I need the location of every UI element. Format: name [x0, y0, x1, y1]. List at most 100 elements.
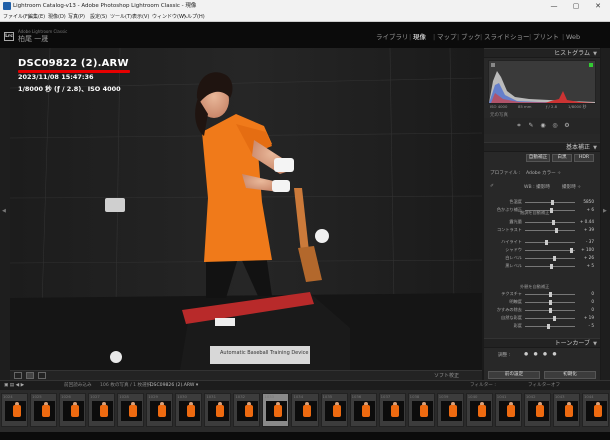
filmstrip-thumbnail[interactable]: 1041: [494, 393, 522, 427]
menu-help[interactable]: ヘルプ(H): [182, 12, 205, 22]
menu-edit[interactable]: 編集(E): [28, 12, 45, 22]
auto-tone-button[interactable]: 自動補正: [526, 154, 550, 162]
slider-value[interactable]: + 39: [584, 226, 594, 234]
slider-thumb[interactable]: [548, 291, 552, 297]
hdr-button[interactable]: HDR: [574, 154, 594, 162]
slider-value[interactable]: - 37: [586, 238, 594, 246]
slider-thumb[interactable]: [544, 239, 548, 245]
slider-value[interactable]: 0: [591, 290, 594, 298]
module-slideshow[interactable]: スライドショー: [484, 31, 530, 43]
filmstrip-thumbnail[interactable]: 1029: [146, 393, 174, 427]
slider-thumb[interactable]: [551, 199, 554, 205]
filmstrip-thumbnail[interactable]: 1044: [581, 393, 609, 427]
module-map[interactable]: マップ: [437, 31, 457, 43]
settings-gear-icon[interactable]: ⚙: [564, 123, 570, 129]
slider-5[interactable]: シャドウ + 100: [488, 246, 596, 254]
previous-settings-button[interactable]: 前の設定: [488, 371, 540, 379]
basic-panel-header[interactable]: 基本補正 ▼: [484, 142, 600, 152]
filmstrip-thumbnail[interactable]: 1043: [552, 393, 580, 427]
module-web[interactable]: Web: [566, 31, 580, 43]
tonecurve-channel-icons[interactable]: ● ● ● ●: [524, 352, 558, 357]
filmstrip-thumbnail[interactable]: 1039: [436, 393, 464, 427]
menu-develop[interactable]: 現像(D): [48, 12, 66, 22]
slider-thumb[interactable]: [548, 299, 552, 305]
histogram-collapse-icon[interactable]: ▼: [593, 49, 597, 59]
slider-8[interactable]: テクスチャ 0: [488, 290, 596, 298]
slider-4[interactable]: ハイライト - 37: [488, 238, 596, 246]
slider-2[interactable]: 露光量 + 0.44: [488, 218, 596, 226]
filmstrip-thumbnail[interactable]: 1027: [88, 393, 116, 427]
filmstrip-thumbnail[interactable]: 1032: [233, 393, 261, 427]
filmstrip-thumbnail[interactable]: 1035: [320, 393, 348, 427]
module-develop[interactable]: 現像: [413, 31, 426, 43]
filmstrip-thumbnail[interactable]: 1033: [262, 393, 290, 427]
filmstrip-thumbnail[interactable]: 1025: [30, 393, 58, 427]
before-after-button[interactable]: [38, 372, 46, 379]
slider-thumb[interactable]: [552, 255, 556, 261]
slider-thumb[interactable]: [549, 207, 553, 213]
slider-track[interactable]: [525, 249, 575, 251]
slider-7[interactable]: 黒レベル + 5: [488, 262, 596, 270]
crop-tool-icon[interactable]: ⌗: [516, 123, 522, 129]
filmstrip-thumbnail[interactable]: 1026: [59, 393, 87, 427]
module-library[interactable]: ライブラリ: [376, 31, 409, 43]
menu-settings[interactable]: 設定(S): [90, 12, 107, 22]
minimize-button[interactable]: —: [543, 0, 565, 12]
loupe-view-button[interactable]: [14, 372, 22, 379]
filmstrip-thumbnail[interactable]: 1028: [117, 393, 145, 427]
filmstrip-thumbnail[interactable]: 1040: [465, 393, 493, 427]
slider-10[interactable]: かすみの除去 0: [488, 306, 596, 314]
profile-select[interactable]: Adobe カラー ÷: [526, 170, 561, 176]
left-panel-collapsed[interactable]: ◀: [0, 48, 10, 380]
slider-6[interactable]: 白レベル + 26: [488, 254, 596, 262]
heal-tool-icon[interactable]: ✎: [528, 123, 534, 129]
filmstrip-thumbnail[interactable]: 1034: [291, 393, 319, 427]
photo-viewer[interactable]: Automatic Baseball Training Device DSC09…: [10, 48, 482, 370]
filmstrip-thumbnail[interactable]: 1042: [523, 393, 551, 427]
soft-proof-label[interactable]: ソフト校正: [434, 372, 459, 380]
slider-value[interactable]: + 26: [584, 254, 594, 262]
slider-value[interactable]: - 5: [588, 322, 594, 330]
reset-button[interactable]: 初期化: [544, 371, 596, 379]
slider-value[interactable]: + 19: [584, 314, 594, 322]
slider-thumb[interactable]: [547, 323, 550, 329]
filmstrip-thumbnail[interactable]: 1036: [349, 393, 377, 427]
slider-thumb[interactable]: [569, 247, 573, 253]
menu-tools[interactable]: ツール(T): [110, 12, 132, 22]
menu-view[interactable]: 表示(V): [132, 12, 149, 22]
filmstrip-thumbnail[interactable]: 1038: [407, 393, 435, 427]
slider-value[interactable]: 0: [591, 298, 594, 306]
mask-tool-icon[interactable]: ◎: [552, 123, 558, 129]
maximize-button[interactable]: ▢: [565, 0, 587, 12]
slider-track[interactable]: [525, 201, 575, 203]
slider-thumb[interactable]: [549, 263, 553, 269]
slider-value[interactable]: + 100: [581, 246, 594, 254]
slider-track[interactable]: [525, 241, 575, 243]
slider-0[interactable]: 色温度 5850: [488, 198, 596, 206]
slider-value[interactable]: + 0.44: [580, 218, 594, 226]
slider-track[interactable]: [525, 257, 575, 259]
right-panel-edge[interactable]: ▶: [601, 48, 610, 380]
slider-value[interactable]: 0: [591, 306, 594, 314]
bw-button[interactable]: 白黒: [552, 154, 572, 162]
tonecurve-header[interactable]: トーンカーブ ▼: [484, 338, 600, 348]
menu-file[interactable]: ファイル(F): [3, 12, 30, 22]
slider-track[interactable]: [525, 325, 575, 327]
menu-photo[interactable]: 写真(P): [68, 12, 85, 22]
slider-thumb[interactable]: [548, 307, 552, 313]
collapse-right-arrow-icon[interactable]: ▶: [603, 208, 607, 214]
slider-9[interactable]: 明瞭度 0: [488, 298, 596, 306]
filmstrip-thumbnail[interactable]: 1037: [378, 393, 406, 427]
wb-select[interactable]: 撮影時 ÷: [562, 184, 581, 190]
slider-thumb[interactable]: [554, 227, 558, 233]
tonecurve-collapse-icon[interactable]: ▼: [593, 339, 597, 349]
expand-left-arrow-icon[interactable]: ◀: [2, 208, 6, 214]
compare-view-button[interactable]: [26, 372, 34, 379]
filmstrip-thumbnail[interactable]: 1024: [1, 393, 29, 427]
slider-track[interactable]: [525, 229, 575, 231]
slider-value[interactable]: + 5: [586, 262, 594, 270]
slider-track[interactable]: [525, 317, 575, 319]
filmstrip-thumbnail[interactable]: 1031: [204, 393, 232, 427]
slider-track[interactable]: [525, 221, 575, 223]
close-button[interactable]: ✕: [587, 0, 609, 12]
